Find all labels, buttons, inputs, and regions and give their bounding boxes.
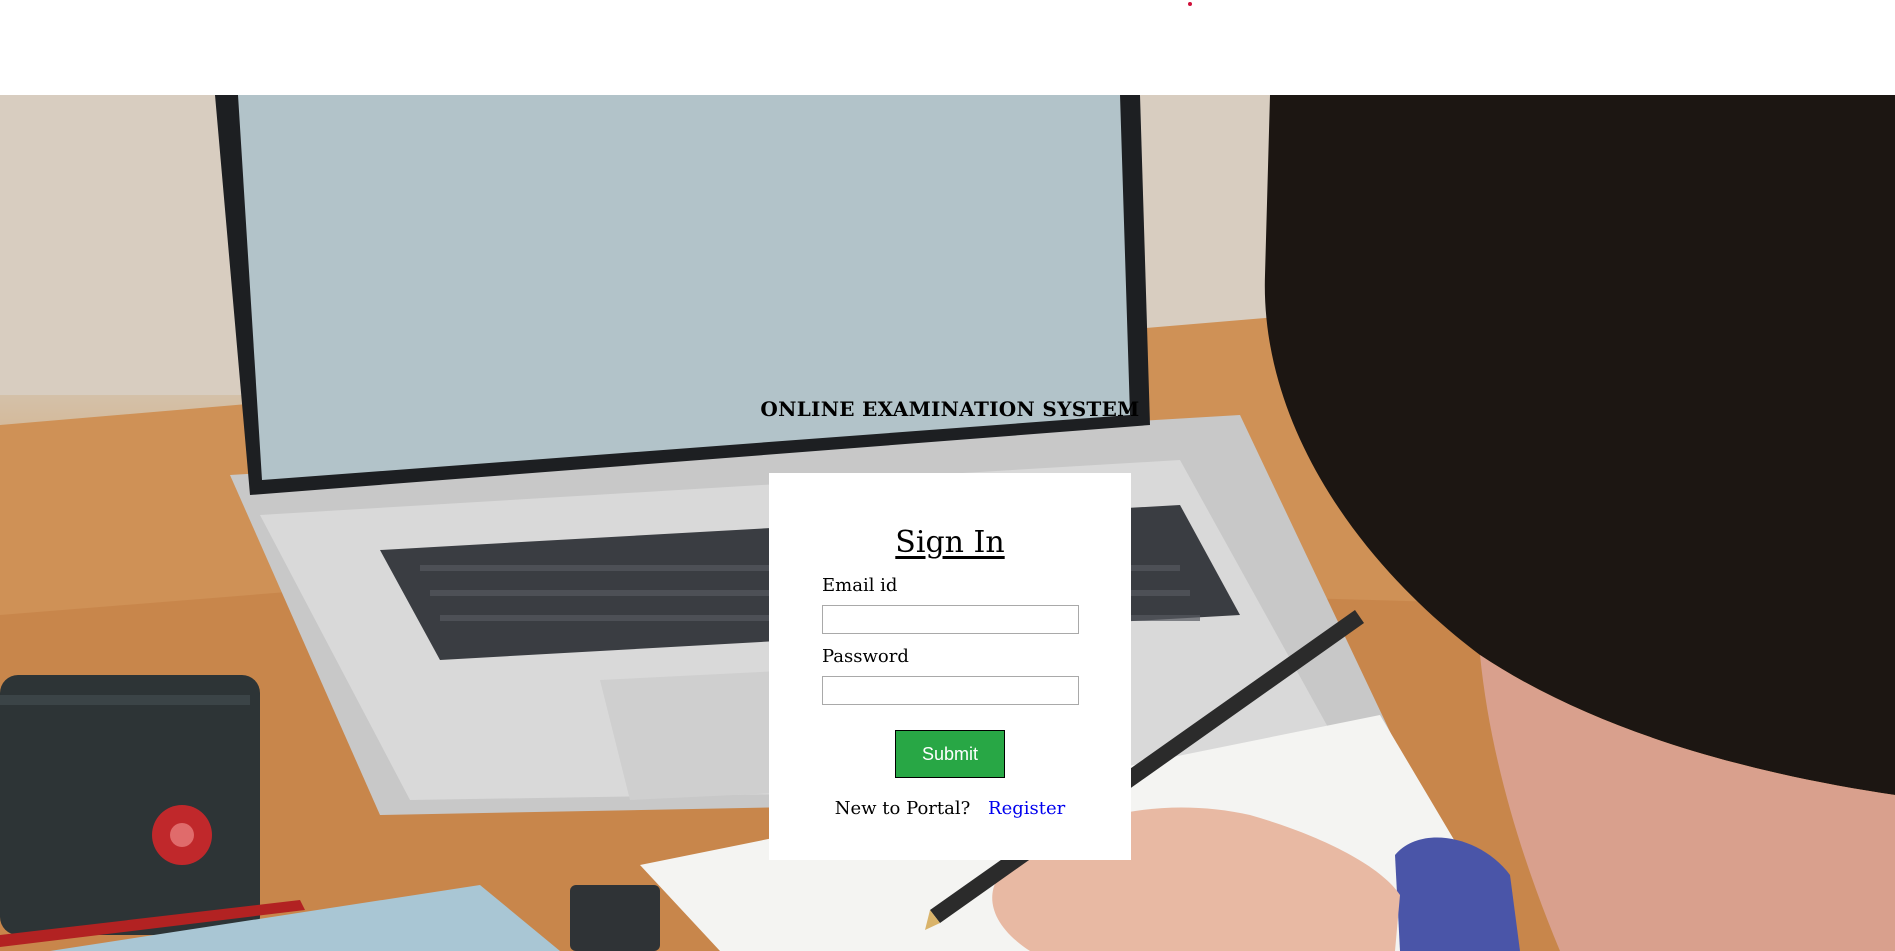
register-row: New to Portal? Register <box>769 798 1131 819</box>
top-header-bar <box>0 0 1895 95</box>
email-input[interactable] <box>822 605 1079 634</box>
email-label: Email id <box>822 575 898 596</box>
hero-background: ONLINE EXAMINATION SYSTEM Sign In Email … <box>0 95 1895 951</box>
signin-card: Sign In Email id Password Submit New to … <box>769 473 1131 860</box>
system-title: ONLINE EXAMINATION SYSTEM <box>760 397 1140 421</box>
signin-heading: Sign In <box>895 525 1005 560</box>
password-input[interactable] <box>822 676 1079 705</box>
top-dot-marker <box>1188 2 1192 6</box>
password-label: Password <box>822 646 909 667</box>
submit-button[interactable]: Submit <box>895 730 1005 778</box>
register-prompt: New to Portal? <box>834 798 971 819</box>
register-link[interactable]: Register <box>988 798 1065 819</box>
